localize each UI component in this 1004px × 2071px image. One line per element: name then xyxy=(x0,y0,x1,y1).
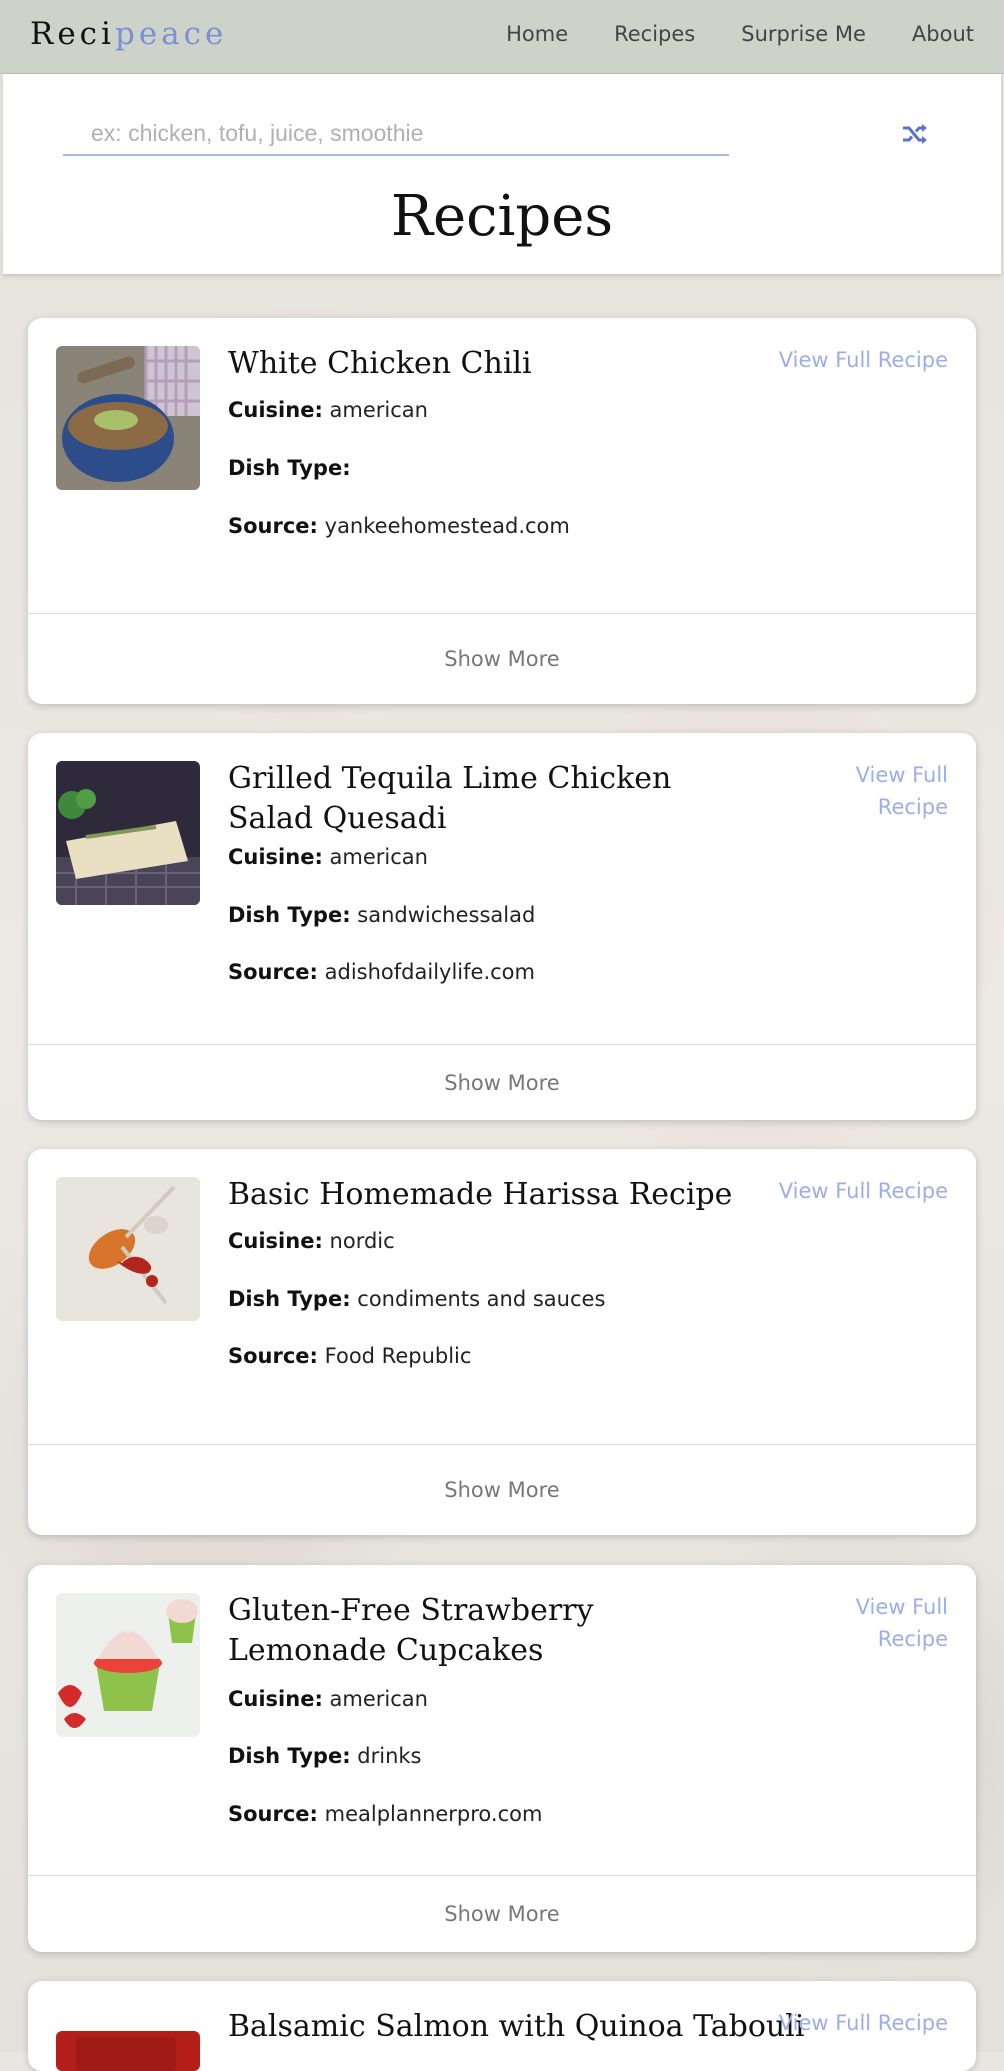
dish-type-label: Dish Type: xyxy=(228,1287,351,1311)
recipe-source: Source: Food Republic xyxy=(228,1344,471,1368)
source-value: Food Republic xyxy=(324,1344,472,1368)
recipe-dish-type: Dish Type: condiments and sauces xyxy=(228,1287,605,1311)
cuisine-label: Cuisine: xyxy=(228,1229,323,1253)
cuisine-value: american xyxy=(329,1687,428,1711)
show-more-button[interactable]: Show More xyxy=(438,1477,565,1503)
dish-type-value: condiments and sauces xyxy=(357,1287,606,1311)
recipe-cuisine: Cuisine: american xyxy=(228,845,428,869)
view-full-recipe-link[interactable]: View Full Recipe xyxy=(748,1175,948,1207)
brand-part1: Reci xyxy=(30,16,115,52)
show-more-button[interactable]: Show More xyxy=(438,1070,565,1096)
recipe-card: Grilled Tequila Lime Chicken Salad Quesa… xyxy=(28,733,976,1120)
recipe-dish-type: Dish Type: drinks xyxy=(228,1744,422,1768)
dish-type-label: Dish Type: xyxy=(228,903,351,927)
dish-type-label: Dish Type: xyxy=(228,1744,351,1768)
recipe-source: Source: yankeehomestead.com xyxy=(228,514,570,538)
card-footer: Show More xyxy=(28,613,976,704)
navbar: Recipeace Home Recipes Surprise Me About xyxy=(0,0,1004,74)
view-full-recipe-link[interactable]: View Full Recipe xyxy=(828,1591,948,1655)
card-footer: Show More xyxy=(28,1044,976,1120)
cuisine-value: nordic xyxy=(329,1229,395,1253)
recipe-title: Balsamic Salmon with Quinoa Tabouli xyxy=(228,2009,805,2044)
source-value: yankeehomestead.com xyxy=(324,514,570,538)
recipe-thumbnail-chili xyxy=(56,346,200,490)
nav-link-home[interactable]: Home xyxy=(506,22,568,46)
dish-type-value: drinks xyxy=(357,1744,422,1768)
recipe-source: Source: adishofdailylife.com xyxy=(228,960,535,984)
cuisine-label: Cuisine: xyxy=(228,1687,323,1711)
nav-link-recipes[interactable]: Recipes xyxy=(614,22,695,46)
search-input[interactable] xyxy=(63,112,729,156)
recipe-source: Source: mealplannerpro.com xyxy=(228,1802,542,1826)
recipe-cuisine: Cuisine: american xyxy=(228,1687,428,1711)
recipe-title: White Chicken Chili xyxy=(228,346,532,381)
cuisine-value: american xyxy=(329,845,428,869)
recipe-card: Gluten-Free Strawberry Lemonade Cupcakes… xyxy=(28,1565,976,1952)
source-label: Source: xyxy=(228,1344,318,1368)
nav-links: Home Recipes Surprise Me About xyxy=(460,22,974,46)
dish-type-label: Dish Type: xyxy=(228,456,351,480)
source-value: mealplannerpro.com xyxy=(324,1802,543,1826)
nav-link-about[interactable]: About xyxy=(912,22,974,46)
recipe-dish-type: Dish Type: xyxy=(228,456,351,480)
brand-logo[interactable]: Recipeace xyxy=(30,16,227,52)
recipe-thumbnail-salmon xyxy=(56,2031,200,2071)
recipe-cuisine: Cuisine: nordic xyxy=(228,1229,395,1253)
recipe-dish-type: Dish Type: sandwichessalad xyxy=(228,903,535,927)
dish-type-value: sandwichessalad xyxy=(357,903,536,927)
recipe-thumbnail-harissa xyxy=(56,1177,200,1321)
search-panel: Recipes xyxy=(3,74,1001,274)
page-title: Recipes xyxy=(390,184,614,249)
recipe-card: Basic Homemade Harissa Recipe View Full … xyxy=(28,1149,976,1535)
recipe-card: Balsamic Salmon with Quinoa Tabouli View… xyxy=(28,1981,976,2071)
recipe-title: Gluten-Free Strawberry Lemonade Cupcakes xyxy=(228,1593,594,1668)
cuisine-label: Cuisine: xyxy=(228,398,323,422)
show-more-button[interactable]: Show More xyxy=(438,646,565,672)
recipe-card: White Chicken Chili View Full Recipe Cui… xyxy=(28,318,976,704)
view-full-recipe-link[interactable]: View Full Recipe xyxy=(828,759,948,823)
recipe-title: Grilled Tequila Lime Chicken Salad Quesa… xyxy=(228,761,672,836)
card-footer: Show More xyxy=(28,1444,976,1535)
cuisine-value: american xyxy=(329,398,428,422)
recipe-title: Basic Homemade Harissa Recipe xyxy=(228,1177,733,1212)
view-full-recipe-link[interactable]: View Full Recipe xyxy=(748,344,948,376)
nav-link-surprise-me[interactable]: Surprise Me xyxy=(741,22,866,46)
card-footer: Show More xyxy=(28,1875,976,1952)
recipe-thumbnail-cupcakes xyxy=(56,1593,200,1737)
brand-part2: peace xyxy=(114,16,228,52)
cuisine-label: Cuisine: xyxy=(228,845,323,869)
recipe-thumbnail-quesadilla xyxy=(56,761,200,905)
recipe-cuisine: Cuisine: american xyxy=(228,398,428,422)
source-label: Source: xyxy=(228,1802,318,1826)
source-value: adishofdailylife.com xyxy=(324,960,535,984)
source-label: Source: xyxy=(228,960,318,984)
shuffle-icon xyxy=(903,124,927,144)
show-more-button[interactable]: Show More xyxy=(438,1901,565,1927)
view-full-recipe-link[interactable]: View Full Recipe xyxy=(748,2007,948,2039)
shuffle-button[interactable] xyxy=(901,114,929,154)
source-label: Source: xyxy=(228,514,318,538)
